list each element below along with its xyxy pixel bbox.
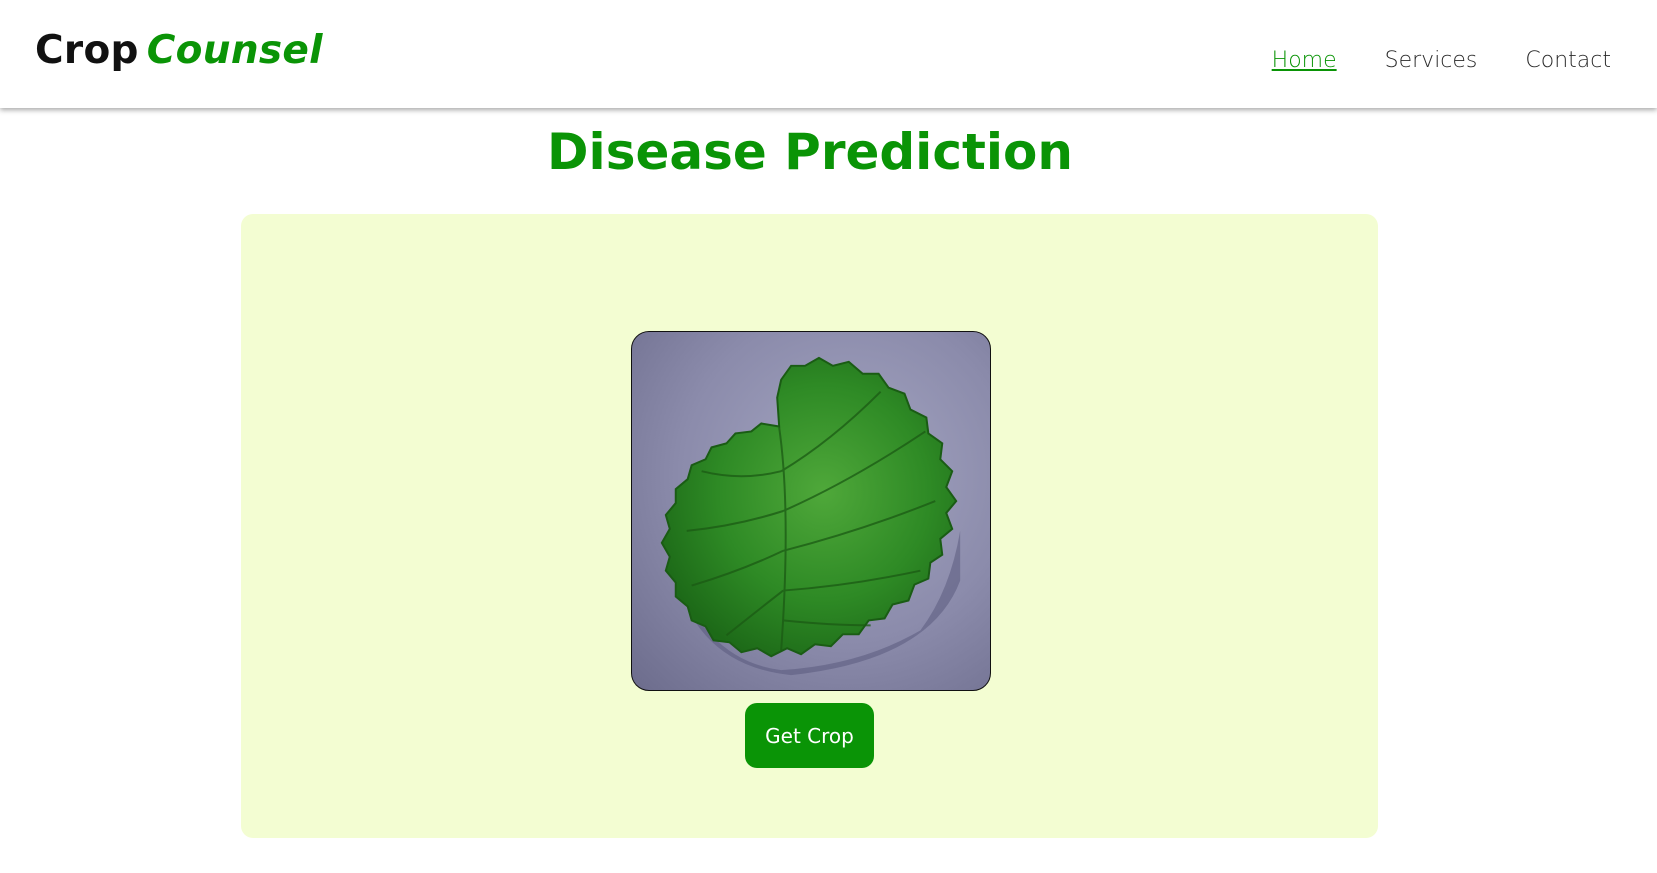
nav-link-home[interactable]: Home xyxy=(1272,48,1337,73)
brand-name: Crop xyxy=(35,28,139,73)
prediction-panel: Get Crop xyxy=(241,214,1378,838)
nav-item-home: Home xyxy=(1272,48,1337,73)
leaf-illustration xyxy=(660,356,961,676)
brand-accent: Counsel xyxy=(146,28,323,73)
navbar: Crop Counsel Home Services Contact xyxy=(0,0,1657,108)
nav-item-services: Services xyxy=(1385,48,1478,73)
nav-item-contact: Contact xyxy=(1525,48,1611,73)
page-title: Disease Prediction xyxy=(547,123,1073,181)
get-crop-button[interactable]: Get Crop xyxy=(745,703,874,768)
nav-link-contact[interactable]: Contact xyxy=(1525,48,1611,73)
nav-menu: Home Services Contact xyxy=(1272,48,1611,73)
uploaded-leaf-image xyxy=(631,331,991,691)
nav-link-services[interactable]: Services xyxy=(1385,48,1478,73)
brand-logo[interactable]: Crop Counsel xyxy=(35,28,323,73)
